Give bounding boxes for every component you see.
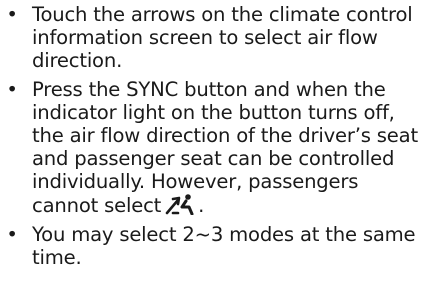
- list-item: • You may select 2~3 modes at the same t…: [0, 223, 430, 269]
- bullet-trailing-text: .: [198, 194, 205, 217]
- bullet-text: Press the SYNC button and when the indic…: [32, 78, 418, 217]
- seated-person-airflow-icon: [164, 193, 198, 216]
- bullet-marker: •: [6, 223, 18, 246]
- list-item: • Press the SYNC button and when the ind…: [0, 78, 430, 217]
- list-item: • Touch the arrows on the climate contro…: [0, 3, 430, 72]
- bullet-text: You may select 2~3 modes at the same tim…: [32, 223, 416, 269]
- bullet-marker: •: [6, 3, 18, 26]
- bullet-text: Touch the arrows on the climate control …: [32, 3, 413, 72]
- instruction-list: • Touch the arrows on the climate contro…: [0, 3, 430, 275]
- bullet-marker: •: [6, 78, 18, 101]
